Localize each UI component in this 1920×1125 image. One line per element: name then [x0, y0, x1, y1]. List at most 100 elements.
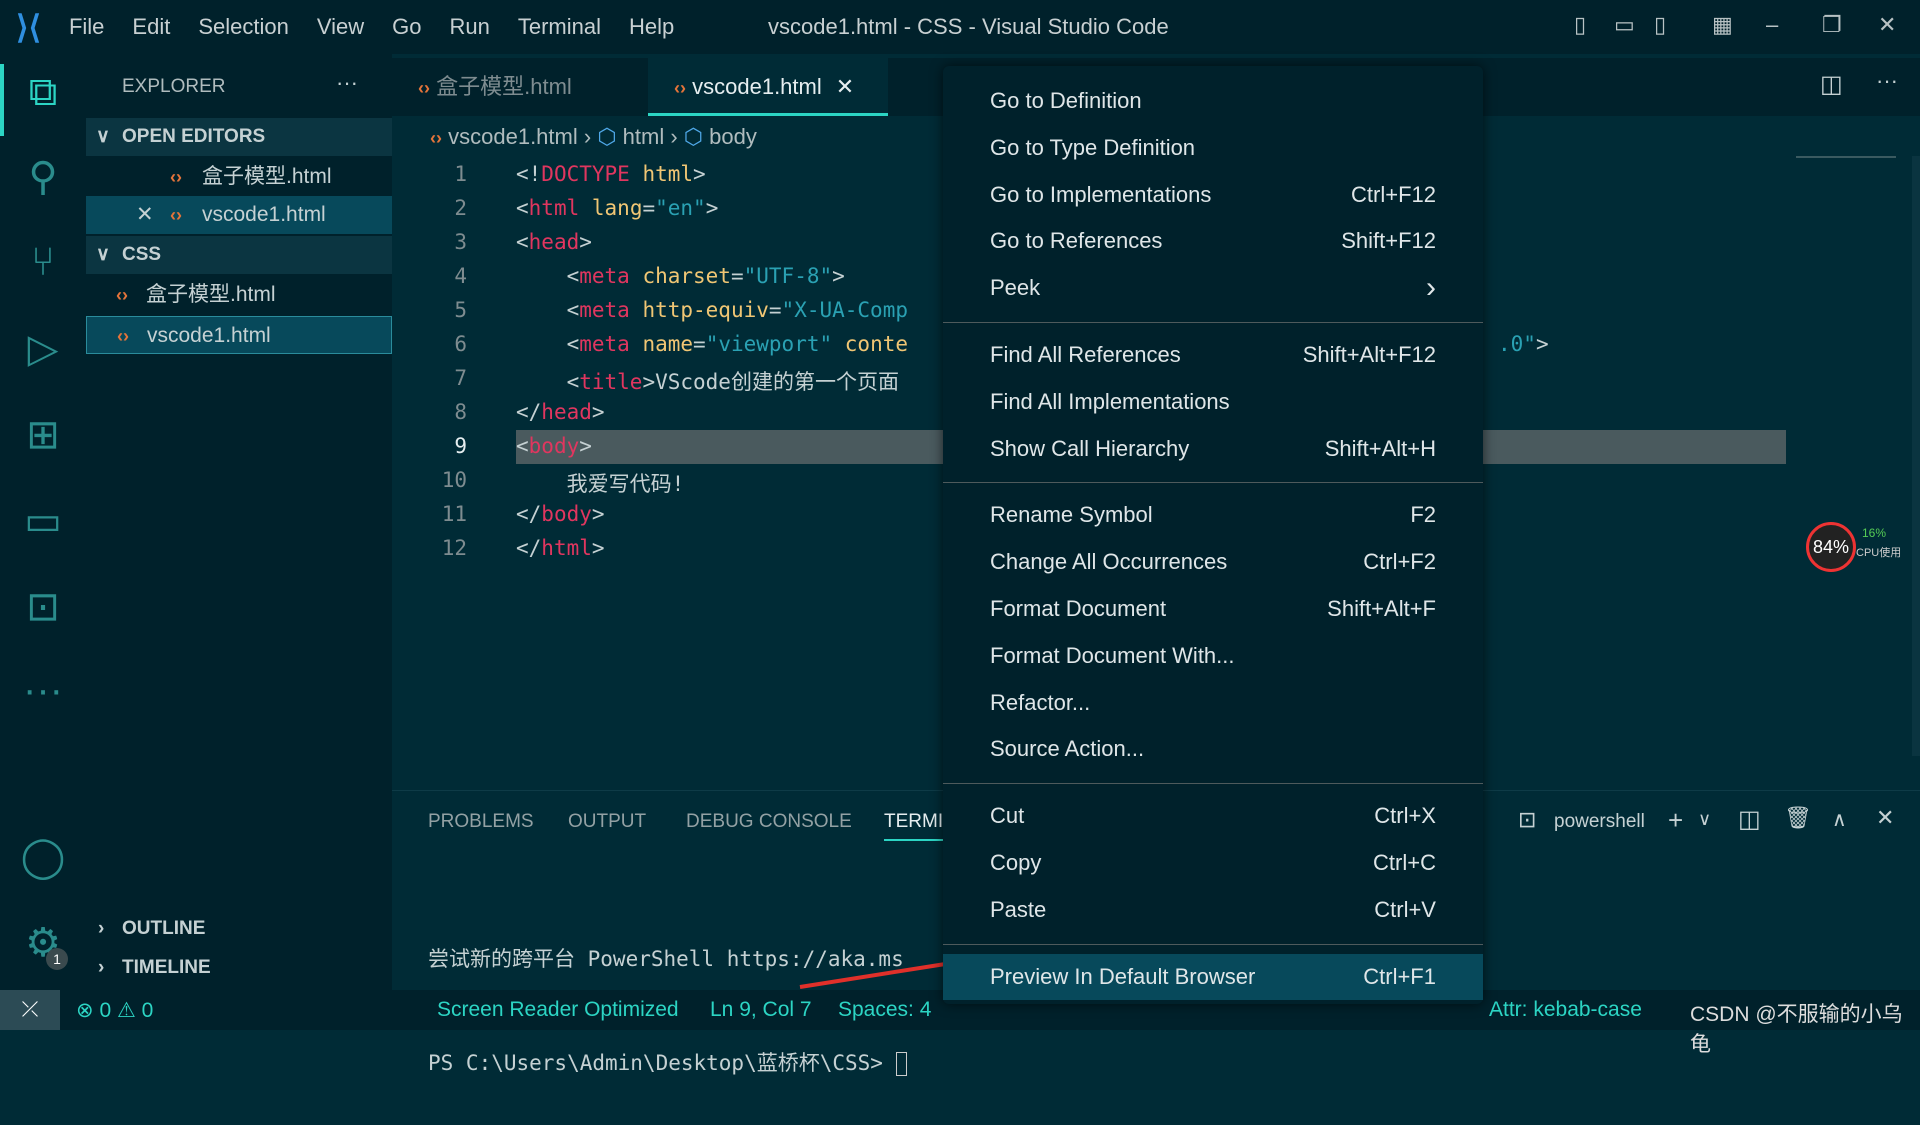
open-editors-section[interactable]: ∨ OPEN EDITORS: [86, 118, 392, 156]
menu-item-go-to-definition[interactable]: Go to Definition: [943, 78, 1483, 124]
split-editor-icon[interactable]: ◫: [1820, 70, 1843, 99]
file-item[interactable]: ‹› 盒子模型.html: [86, 276, 392, 314]
tab-debug-console[interactable]: DEBUG CONSOLE: [686, 811, 852, 833]
breadcrumb-file[interactable]: vscode1.html: [448, 124, 578, 149]
menu-separator: [943, 482, 1483, 484]
breadcrumb-html[interactable]: html: [623, 124, 665, 149]
menu-item-format-document-with[interactable]: Format Document With...: [943, 633, 1483, 679]
toggle-sidebar-icon[interactable]: ▯: [1574, 12, 1586, 38]
window-title: vscode1.html - CSS - Visual Studio Code: [768, 14, 1169, 39]
cpu-widget: 84% 16% CPU使用: [1806, 522, 1916, 572]
layout-icon[interactable]: ▦: [1712, 12, 1733, 38]
html-file-icon: ‹›: [170, 205, 182, 225]
new-terminal-icon[interactable]: +: [1668, 805, 1683, 836]
menu-separator: [943, 322, 1483, 323]
settings-gear-icon[interactable]: ⚙: [0, 920, 86, 966]
scrollbar[interactable]: [1912, 156, 1920, 756]
source-control-icon[interactable]: ⑂: [0, 240, 86, 285]
menu-item-rename-symbol[interactable]: Rename Symbol F2: [943, 492, 1483, 538]
menu-item-copy[interactable]: Copy Ctrl+C: [943, 840, 1483, 886]
menu-edit[interactable]: Edit: [132, 14, 170, 40]
context-menu: Go to Definition Go to Type Definition Go …: [943, 66, 1483, 1004]
explorer-icon[interactable]: ⧉: [0, 70, 86, 115]
html-file-icon: ‹›: [116, 285, 128, 305]
cube-icon: ⬡: [597, 124, 617, 149]
run-debug-icon[interactable]: ▷: [0, 326, 86, 372]
account-icon[interactable]: ◯: [0, 834, 86, 880]
terminal-shell-name[interactable]: powershell: [1554, 811, 1645, 833]
problems-indicator[interactable]: ⊗ 0 ⚠ 0: [76, 998, 153, 1023]
menu-item-show-call-hierarchy[interactable]: Show Call Hierarchy Shift+Alt+H: [943, 426, 1483, 472]
warning-icon: ⚠: [116, 999, 136, 1022]
menu-item-go-to-type-definition[interactable]: Go to Type Definition: [943, 125, 1483, 171]
menu-item-peek[interactable]: Peek ›: [943, 265, 1483, 311]
toggle-secondary-sidebar-icon[interactable]: ▯: [1654, 12, 1666, 38]
remote-indicator[interactable]: ⤫: [0, 990, 60, 1030]
search-icon[interactable]: ⚲: [0, 154, 86, 200]
extensions-icon[interactable]: ⊞: [0, 412, 86, 458]
menu-help[interactable]: Help: [629, 14, 674, 40]
html-file-icon: ‹›: [117, 326, 129, 346]
menu-file[interactable]: File: [69, 14, 104, 40]
activity-bar: ⧉ ⚲ ⑂ ▷ ⊞ ▭ ⊡ ··· ◯ ⚙ 1: [0, 54, 86, 990]
menu-item-cut[interactable]: Cut Ctrl+X: [943, 793, 1483, 839]
maximize-panel-icon[interactable]: ∧: [1832, 807, 1847, 832]
terminal-dropdown-icon[interactable]: ∨: [1698, 809, 1711, 830]
tab-vscode1[interactable]: ‹› vscode1.html ✕: [648, 58, 888, 116]
menu-item-format-document[interactable]: Format Document Shift+Alt+F: [943, 586, 1483, 632]
menu-item-go-to-implementations[interactable]: Go to Implementations Ctrl+F12: [943, 172, 1483, 218]
more-icon[interactable]: ···: [0, 668, 86, 713]
code-line: <title>VScode创建的第一个页面: [516, 370, 899, 394]
line-number: 7: [454, 366, 467, 390]
timeline-section[interactable]: › TIMELINE: [86, 949, 392, 987]
close-panel-icon[interactable]: ✕: [1876, 805, 1894, 831]
close-window-button[interactable]: ✕: [1878, 12, 1896, 38]
toggle-panel-icon[interactable]: ▭: [1614, 12, 1635, 38]
watermark: CSDN @不服输的小乌龟: [1690, 1003, 1903, 1056]
attr-case[interactable]: Attr: kebab-case: [1489, 998, 1642, 1022]
error-icon: ⊗: [76, 999, 94, 1022]
menu-go[interactable]: Go: [392, 14, 421, 40]
cursor-position[interactable]: Ln 9, Col 7: [710, 998, 812, 1022]
menu-item-change-all-occurrences[interactable]: Change All Occurrences Ctrl+F2: [943, 539, 1483, 585]
code-line: <body>: [516, 434, 592, 458]
screen-reader-status[interactable]: Screen Reader Optimized: [437, 998, 679, 1022]
menu-view[interactable]: View: [317, 14, 364, 40]
remote-explorer-icon[interactable]: ▭: [0, 498, 86, 544]
kill-terminal-icon[interactable]: 🗑: [1784, 805, 1812, 831]
line-number: 6: [454, 332, 467, 356]
tab-problems[interactable]: PROBLEMS: [428, 811, 534, 833]
explorer-more-button[interactable]: ···: [336, 70, 358, 96]
line-number: 4: [454, 264, 467, 288]
code-line: <head>: [516, 230, 592, 254]
menu-run[interactable]: Run: [450, 14, 490, 40]
menu-item-go-to-references[interactable]: Go to References Shift+F12: [943, 218, 1483, 264]
menu-terminal[interactable]: Terminal: [518, 14, 601, 40]
tab-output[interactable]: OUTPUT: [568, 811, 646, 833]
minimize-button[interactable]: –: [1766, 12, 1778, 38]
line-number: 10: [441, 468, 467, 492]
menu-item-preview-in-default-browser[interactable]: Preview In Default Browser Ctrl+F1: [943, 953, 1483, 1000]
close-tab-icon[interactable]: ✕: [836, 74, 854, 99]
editor-more-icon[interactable]: ···: [1876, 68, 1898, 94]
breadcrumb-body[interactable]: body: [709, 124, 757, 149]
split-terminal-icon[interactable]: ◫: [1738, 805, 1761, 834]
menu-item-find-all-implementations[interactable]: Find All Implementations: [943, 379, 1483, 425]
indentation[interactable]: Spaces: 4: [838, 998, 931, 1022]
outline-section[interactable]: › OUTLINE: [86, 910, 392, 948]
close-editor-icon[interactable]: ✕: [136, 196, 154, 234]
menu-selection[interactable]: Selection: [198, 14, 289, 40]
minimap[interactable]: [1796, 156, 1896, 176]
open-editor-item[interactable]: ‹› 盒子模型.html: [86, 158, 392, 196]
line-number: 1: [454, 162, 467, 186]
menu-item-find-all-references[interactable]: Find All References Shift+Alt+F12: [943, 332, 1483, 378]
open-editor-item-active[interactable]: ✕ ‹› vscode1.html: [86, 196, 392, 234]
terminal-icon[interactable]: ⊡: [0, 584, 86, 630]
menu-item-refactor[interactable]: Refactor...: [943, 680, 1483, 726]
file-item-selected[interactable]: ‹› vscode1.html: [86, 316, 392, 354]
menu-item-source-action[interactable]: Source Action...: [943, 726, 1483, 772]
restore-button[interactable]: ❐: [1822, 12, 1842, 38]
menu-item-paste[interactable]: Paste Ctrl+V: [943, 887, 1483, 933]
tab-box-model[interactable]: ‹› 盒子模型.html: [392, 58, 642, 116]
folder-css[interactable]: ∨ CSS: [86, 236, 392, 274]
